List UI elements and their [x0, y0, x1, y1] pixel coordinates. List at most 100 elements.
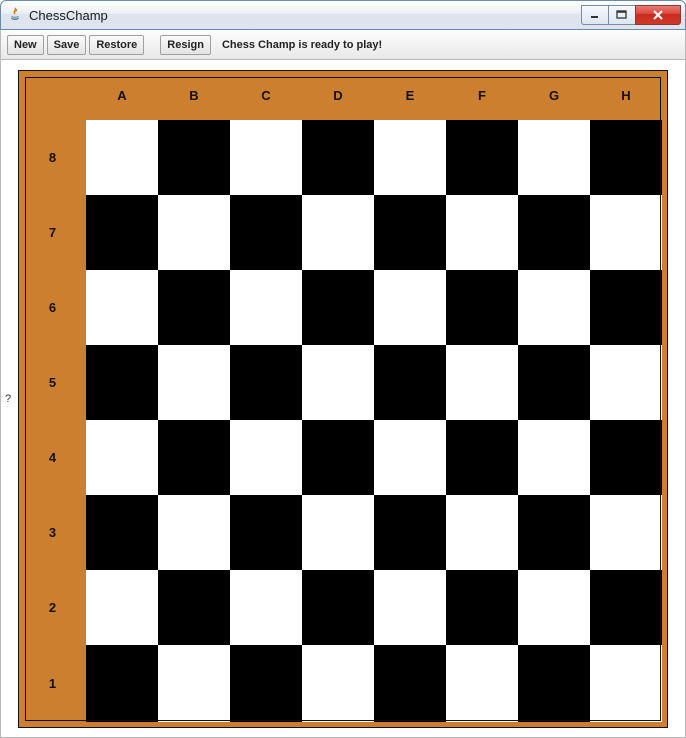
- board-square[interactable]: [158, 120, 230, 195]
- file-label: F: [446, 71, 518, 120]
- board-square[interactable]: [158, 270, 230, 345]
- rank-row: 6: [19, 270, 667, 345]
- board-square[interactable]: [374, 120, 446, 195]
- save-button[interactable]: Save: [47, 35, 87, 55]
- board-square[interactable]: [374, 420, 446, 495]
- board-square[interactable]: [302, 345, 374, 420]
- board-square[interactable]: [158, 495, 230, 570]
- rank-row: 3: [19, 495, 667, 570]
- board-square[interactable]: [590, 120, 662, 195]
- board-square[interactable]: [302, 195, 374, 270]
- rank-row: 2: [19, 570, 667, 645]
- board-square[interactable]: [518, 270, 590, 345]
- board-square[interactable]: [446, 495, 518, 570]
- rank-label: 5: [19, 345, 86, 420]
- board-square[interactable]: [518, 420, 590, 495]
- board-square[interactable]: [518, 570, 590, 645]
- board-square[interactable]: [86, 270, 158, 345]
- board-square[interactable]: [86, 120, 158, 195]
- rank-label: 2: [19, 570, 86, 645]
- file-label: E: [374, 71, 446, 120]
- board-square[interactable]: [518, 495, 590, 570]
- rank-row: 1: [19, 645, 667, 722]
- rank-label: 4: [19, 420, 86, 495]
- minimize-button[interactable]: [581, 5, 609, 25]
- file-label: A: [86, 71, 158, 120]
- board-square[interactable]: [86, 570, 158, 645]
- board-square[interactable]: [230, 570, 302, 645]
- board-square[interactable]: [446, 120, 518, 195]
- rank-label: 1: [19, 645, 86, 722]
- rank-label: 8: [19, 120, 86, 195]
- window-title: ChessChamp: [29, 8, 582, 23]
- board-square[interactable]: [374, 495, 446, 570]
- board-square[interactable]: [590, 570, 662, 645]
- board-square[interactable]: [158, 195, 230, 270]
- board-square[interactable]: [446, 270, 518, 345]
- status-text: Chess Champ is ready to play!: [222, 39, 382, 51]
- rank-row: 5: [19, 345, 667, 420]
- board-square[interactable]: [374, 270, 446, 345]
- resign-button[interactable]: Resign: [160, 35, 211, 55]
- file-label: B: [158, 71, 230, 120]
- close-button[interactable]: [635, 5, 681, 25]
- board-square[interactable]: [518, 345, 590, 420]
- board-square[interactable]: [302, 495, 374, 570]
- file-label: D: [302, 71, 374, 120]
- board-square[interactable]: [158, 420, 230, 495]
- board-square[interactable]: [230, 270, 302, 345]
- file-label: G: [518, 71, 590, 120]
- board-square[interactable]: [86, 495, 158, 570]
- restore-button[interactable]: Restore: [89, 35, 144, 55]
- window-buttons: [582, 5, 681, 25]
- board-square[interactable]: [230, 420, 302, 495]
- board-square[interactable]: [446, 645, 518, 722]
- board-square[interactable]: [158, 345, 230, 420]
- board-square[interactable]: [446, 570, 518, 645]
- board-square[interactable]: [374, 345, 446, 420]
- file-label: H: [590, 71, 662, 120]
- board-square[interactable]: [518, 195, 590, 270]
- board-square[interactable]: [590, 645, 662, 722]
- board-square[interactable]: [446, 345, 518, 420]
- rank-row: 7: [19, 195, 667, 270]
- board-square[interactable]: [590, 270, 662, 345]
- board-square[interactable]: [446, 195, 518, 270]
- board-square[interactable]: [302, 270, 374, 345]
- board-square[interactable]: [158, 645, 230, 722]
- board-square[interactable]: [590, 495, 662, 570]
- board-square[interactable]: [446, 420, 518, 495]
- file-labels-row: A B C D E F G H: [19, 71, 667, 120]
- board-square[interactable]: [374, 195, 446, 270]
- toolbar: New Save Restore Resign Chess Champ is r…: [0, 30, 686, 60]
- board-square[interactable]: [230, 345, 302, 420]
- title-bar: ChessChamp: [0, 0, 686, 30]
- board-square[interactable]: [86, 345, 158, 420]
- file-label: C: [230, 71, 302, 120]
- board-square[interactable]: [590, 345, 662, 420]
- board-square[interactable]: [302, 420, 374, 495]
- board-square[interactable]: [590, 195, 662, 270]
- board-square[interactable]: [230, 120, 302, 195]
- board-square[interactable]: [302, 645, 374, 722]
- board-square[interactable]: [590, 420, 662, 495]
- board-square[interactable]: [86, 195, 158, 270]
- board-square[interactable]: [86, 420, 158, 495]
- question-mark-icon: ?: [5, 393, 11, 405]
- board-square[interactable]: [230, 495, 302, 570]
- board-square[interactable]: [158, 570, 230, 645]
- board-square[interactable]: [230, 645, 302, 722]
- body-area: ? A B C D E F G H 87654321: [0, 60, 686, 738]
- rank-row: 4: [19, 420, 667, 495]
- board-square[interactable]: [518, 120, 590, 195]
- board-square[interactable]: [302, 120, 374, 195]
- board-square[interactable]: [230, 195, 302, 270]
- board-square[interactable]: [374, 645, 446, 722]
- maximize-button[interactable]: [608, 5, 636, 25]
- board-square[interactable]: [374, 570, 446, 645]
- board-square[interactable]: [86, 645, 158, 722]
- board-square[interactable]: [518, 645, 590, 722]
- board-square[interactable]: [302, 570, 374, 645]
- new-button[interactable]: New: [7, 35, 44, 55]
- java-icon: [7, 7, 23, 23]
